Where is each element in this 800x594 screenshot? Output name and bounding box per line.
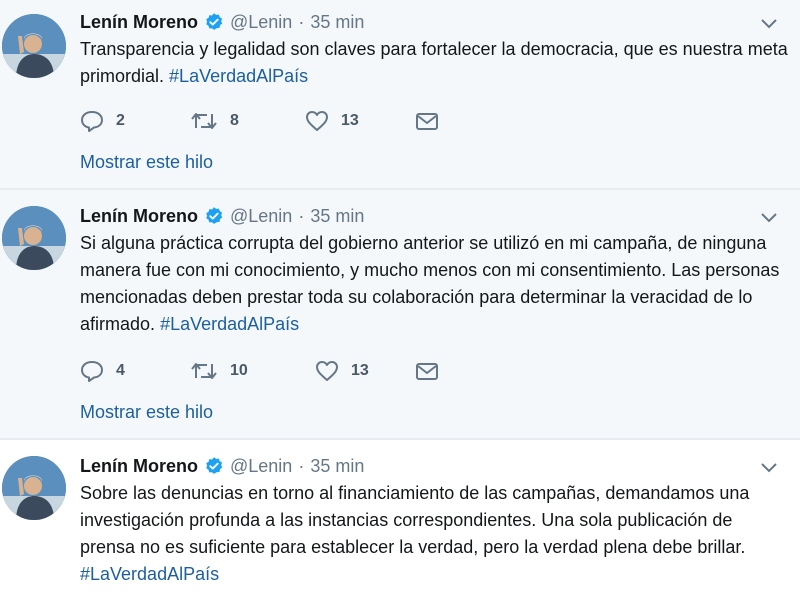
- verified-badge-icon: [206, 207, 223, 224]
- hashtag-link[interactable]: #LaVerdadAlPaís: [160, 314, 299, 334]
- tweet-actions: 2 8 13: [80, 108, 439, 134]
- envelope-icon: [416, 113, 438, 130]
- reply-button[interactable]: 4: [80, 360, 190, 382]
- avatar[interactable]: [2, 14, 66, 78]
- reply-icon: [81, 361, 103, 382]
- author-handle[interactable]: @Lenin: [230, 206, 292, 227]
- tweet[interactable]: Lenín Moreno @Lenin · 35 min Sobre las d…: [0, 440, 800, 594]
- retweet-icon: [191, 363, 217, 379]
- hashtag-link[interactable]: #LaVerdadAlPaís: [169, 66, 308, 86]
- message-button[interactable]: [415, 111, 439, 131]
- tweet-feed: Lenín Moreno @Lenin · 35 min Transparenc…: [0, 0, 800, 594]
- reply-count: 2: [116, 112, 125, 129]
- reply-icon: [81, 111, 103, 132]
- show-thread-link[interactable]: Mostrar este hilo: [80, 402, 213, 423]
- hashtag-link[interactable]: #LaVerdadAlPaís: [80, 564, 219, 584]
- separator-dot: ·: [298, 205, 305, 226]
- tweet-header: Lenín Moreno @Lenin · 35 min: [80, 8, 800, 36]
- tweet[interactable]: Lenín Moreno @Lenin · 35 min Transparenc…: [0, 0, 800, 190]
- avatar[interactable]: [2, 456, 66, 520]
- verified-badge-icon: [206, 457, 223, 474]
- show-thread-link[interactable]: Mostrar este hilo: [80, 152, 213, 173]
- chevron-down-icon[interactable]: [760, 212, 778, 224]
- author-name[interactable]: Lenín Moreno: [80, 456, 198, 477]
- separator-dot: ·: [298, 455, 305, 476]
- separator-dot: ·: [298, 11, 305, 32]
- verified-badge-icon: [206, 13, 223, 30]
- tweet-body: Sobre las denuncias en torno al financia…: [80, 483, 750, 557]
- chevron-down-icon[interactable]: [760, 18, 778, 30]
- reply-count: 4: [116, 362, 125, 379]
- tweet-actions: 4 10 13: [80, 358, 439, 384]
- like-button[interactable]: 13: [305, 110, 415, 132]
- heart-icon: [316, 361, 338, 381]
- tweet-text: Si alguna práctica corrupta del gobierno…: [80, 230, 788, 338]
- author-handle[interactable]: @Lenin: [230, 12, 292, 33]
- timestamp[interactable]: 35 min: [310, 456, 364, 477]
- retweet-button[interactable]: 10: [190, 360, 315, 382]
- reply-button[interactable]: 2: [80, 110, 190, 132]
- chevron-down-icon[interactable]: [760, 462, 778, 474]
- tweet-text: Transparencia y legalidad son claves par…: [80, 36, 788, 90]
- message-button[interactable]: [415, 361, 439, 381]
- timestamp[interactable]: 35 min: [310, 12, 364, 33]
- timestamp[interactable]: 35 min: [310, 206, 364, 227]
- retweet-button[interactable]: 8: [190, 110, 305, 132]
- retweet-count: 8: [230, 112, 239, 129]
- author-name[interactable]: Lenín Moreno: [80, 206, 198, 227]
- envelope-icon: [416, 363, 438, 380]
- like-count: 13: [351, 362, 369, 379]
- author-name[interactable]: Lenín Moreno: [80, 12, 198, 33]
- tweet-text: Sobre las denuncias en torno al financia…: [80, 480, 788, 588]
- heart-icon: [306, 111, 328, 131]
- retweet-icon: [191, 113, 217, 129]
- avatar[interactable]: [2, 206, 66, 270]
- like-count: 13: [341, 112, 359, 129]
- retweet-count: 10: [230, 362, 248, 379]
- tweet[interactable]: Lenín Moreno @Lenin · 35 min Si alguna p…: [0, 190, 800, 440]
- like-button[interactable]: 13: [315, 360, 415, 382]
- tweet-header: Lenín Moreno @Lenin · 35 min: [80, 452, 800, 480]
- tweet-header: Lenín Moreno @Lenin · 35 min: [80, 202, 800, 230]
- author-handle[interactable]: @Lenin: [230, 456, 292, 477]
